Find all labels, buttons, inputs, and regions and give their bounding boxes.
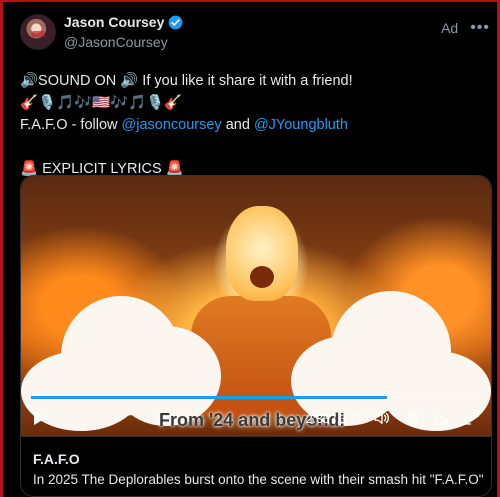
fullscreen-icon[interactable] bbox=[463, 409, 481, 427]
video-player[interactable]: From '24 and beyond! 2:35 / 3:17 bbox=[21, 176, 491, 436]
video-time: 2:35 / 3:17 bbox=[306, 412, 363, 426]
volume-icon[interactable] bbox=[373, 409, 391, 427]
card-description: In 2025 The Deplorables burst onto the s… bbox=[33, 472, 484, 487]
mention-link-jyoungbluth[interactable]: @JYoungbluth bbox=[254, 117, 348, 133]
avatar[interactable] bbox=[20, 14, 56, 50]
tweet-line-2: 🎸🎙️🎵🎶🇺🇸🎶🎵🎙️🎸 bbox=[20, 95, 183, 111]
video-progress-bar[interactable] bbox=[31, 396, 481, 399]
card-title: F.A.F.O bbox=[33, 451, 80, 467]
follow-text: F.A.F.O - follow bbox=[20, 117, 122, 133]
ad-indicator: Ad ••• bbox=[441, 14, 490, 37]
video-figure-mouth bbox=[250, 266, 274, 288]
video-progress-fill bbox=[31, 396, 387, 399]
card-footer[interactable]: F.A.F.O In 2025 The Deplorables burst on… bbox=[21, 436, 491, 496]
mention-link-jasoncoursey[interactable]: @jasoncoursey bbox=[122, 117, 222, 133]
tweet-header: Jason Coursey @JasonCoursey Ad ••• bbox=[20, 14, 490, 58]
settings-icon[interactable] bbox=[403, 409, 421, 427]
video-card[interactable]: From '24 and beyond! 2:35 / 3:17 F.A.F.O… bbox=[20, 175, 492, 497]
handle[interactable]: @JasonCoursey bbox=[64, 34, 183, 52]
promoted-tweet: Jason Coursey @JasonCoursey Ad ••• 🔊SOUN… bbox=[20, 14, 490, 180]
verified-badge-icon bbox=[169, 15, 183, 30]
more-icon[interactable]: ••• bbox=[470, 20, 490, 36]
window-frame-left bbox=[0, 0, 3, 497]
video-controls: 2:35 / 3:17 bbox=[21, 404, 491, 436]
ad-label: Ad bbox=[441, 20, 459, 36]
play-icon[interactable] bbox=[33, 410, 47, 426]
and-text: and bbox=[221, 117, 254, 133]
pip-icon[interactable] bbox=[433, 409, 451, 427]
tweet-line-3: F.A.F.O - follow @jasoncoursey and @JYou… bbox=[20, 114, 490, 136]
tweet-line-1: 🔊SOUND ON 🔊 If you like it share it with… bbox=[20, 73, 353, 89]
window-frame-top bbox=[0, 0, 500, 2]
author-info: Jason Coursey @JasonCoursey bbox=[64, 14, 183, 51]
display-name[interactable]: Jason Coursey bbox=[64, 14, 164, 32]
name-row: Jason Coursey bbox=[64, 14, 183, 32]
tweet-text: 🔊SOUND ON 🔊 If you like it share it with… bbox=[20, 70, 490, 180]
